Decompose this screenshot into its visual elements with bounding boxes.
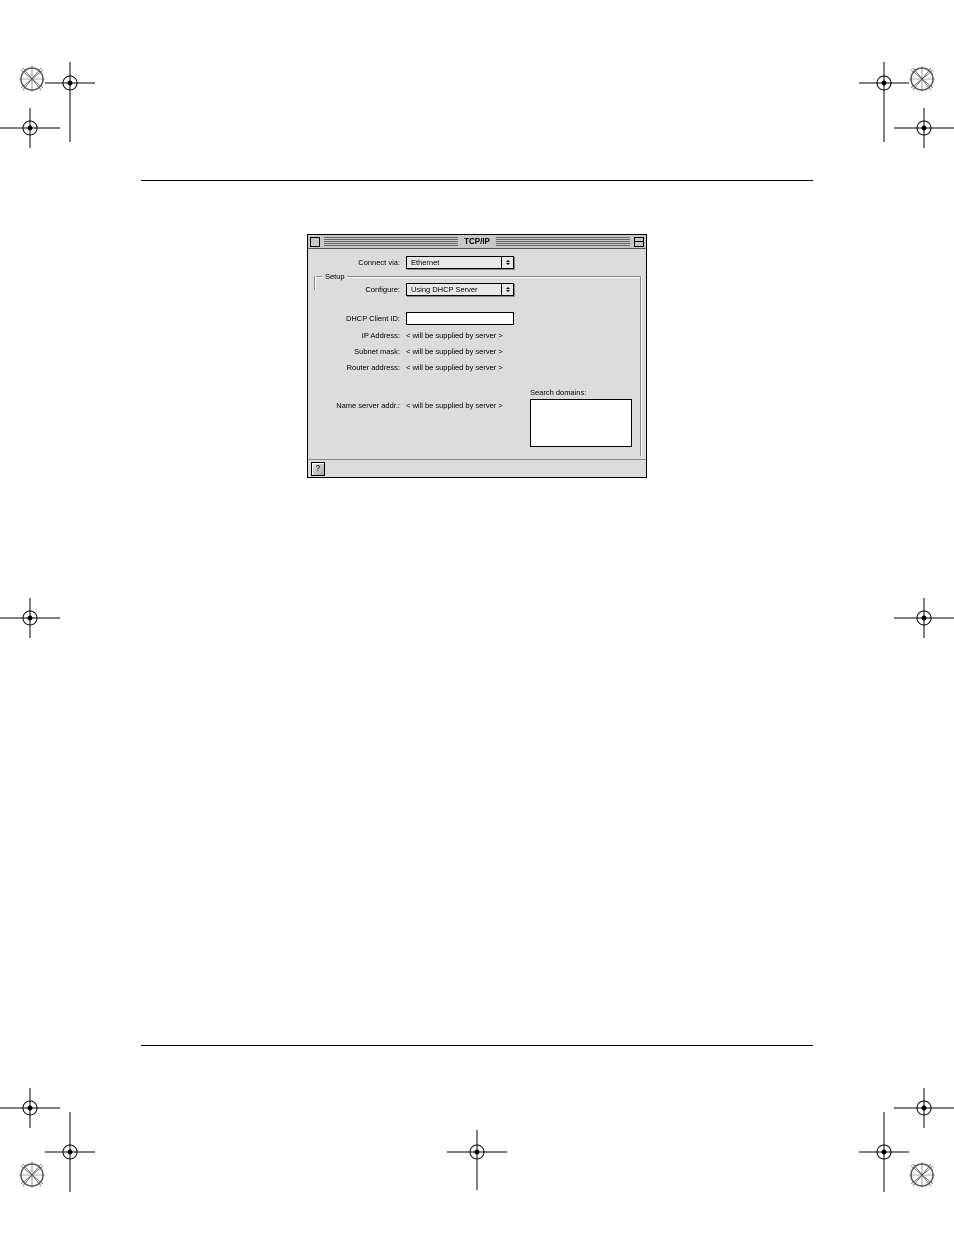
crop-mark-br-reg	[894, 1088, 954, 1128]
connect-via-select[interactable]: Ethernet	[406, 256, 514, 269]
window-title: TCP/IP	[460, 237, 494, 246]
titlebar-stripes	[324, 237, 458, 247]
configure-value: Using DHCP Server	[411, 285, 478, 294]
collapse-box-icon[interactable]	[634, 237, 644, 247]
connect-via-label: Connect via:	[308, 258, 406, 267]
ip-address-value: < will be supplied by server >	[406, 331, 503, 340]
crop-mark-bl-reg	[0, 1088, 60, 1128]
crop-mark-bottom-center	[447, 1130, 507, 1190]
crop-mark-mid-left	[0, 598, 60, 638]
crop-mark-top-right	[859, 62, 939, 142]
help-button[interactable]	[311, 462, 325, 476]
dropdown-arrows-icon	[501, 284, 513, 295]
setup-fieldset-line	[314, 276, 322, 277]
crop-mark-mid-right	[894, 598, 954, 638]
window-body: Connect via: Ethernet Setup Configure: U…	[308, 249, 646, 477]
crop-mark-top-left	[15, 62, 95, 142]
crop-mark-bottom-left	[15, 1112, 95, 1192]
close-box-icon[interactable]	[310, 237, 320, 247]
tcpip-window: TCP/IP Connect via: Ethernet Setup Confi…	[307, 234, 647, 478]
subnet-mask-value: < will be supplied by server >	[406, 347, 503, 356]
configure-row: Configure: Using DHCP Server	[308, 283, 646, 296]
search-domains-label: Search domains:	[530, 388, 586, 397]
name-server-value: < will be supplied by server >	[406, 401, 503, 410]
subnet-mask-label: Subnet mask:	[308, 347, 406, 356]
setup-group-label: Setup	[323, 272, 347, 281]
search-domains-input[interactable]	[530, 399, 632, 447]
window-footer	[308, 459, 646, 477]
setup-fieldset-line	[346, 276, 640, 277]
crop-mark-left-reg	[0, 108, 60, 148]
configure-label: Configure:	[308, 285, 406, 294]
ip-address-label: IP Address:	[308, 331, 406, 340]
router-address-row: Router address: < will be supplied by se…	[308, 363, 646, 372]
subnet-mask-row: Subnet mask: < will be supplied by serve…	[308, 347, 646, 356]
dhcp-client-id-label: DHCP Client ID:	[308, 314, 406, 323]
crop-mark-bottom-right	[859, 1112, 939, 1192]
configure-select[interactable]: Using DHCP Server	[406, 283, 514, 296]
titlebar-stripes	[496, 237, 630, 247]
page-top-rule	[141, 180, 813, 181]
dropdown-arrows-icon	[501, 257, 513, 268]
connect-via-value: Ethernet	[411, 258, 439, 267]
window-titlebar[interactable]: TCP/IP	[308, 235, 646, 249]
ip-address-row: IP Address: < will be supplied by server…	[308, 331, 646, 340]
dhcp-client-id-row: DHCP Client ID:	[308, 312, 646, 325]
router-address-label: Router address:	[308, 363, 406, 372]
crop-mark-right-reg	[894, 108, 954, 148]
page-bottom-rule	[141, 1045, 813, 1046]
dhcp-client-id-input[interactable]	[406, 312, 514, 325]
name-server-label: Name server addr.:	[308, 401, 406, 410]
connect-via-row: Connect via: Ethernet	[308, 256, 646, 269]
router-address-value: < will be supplied by server >	[406, 363, 503, 372]
